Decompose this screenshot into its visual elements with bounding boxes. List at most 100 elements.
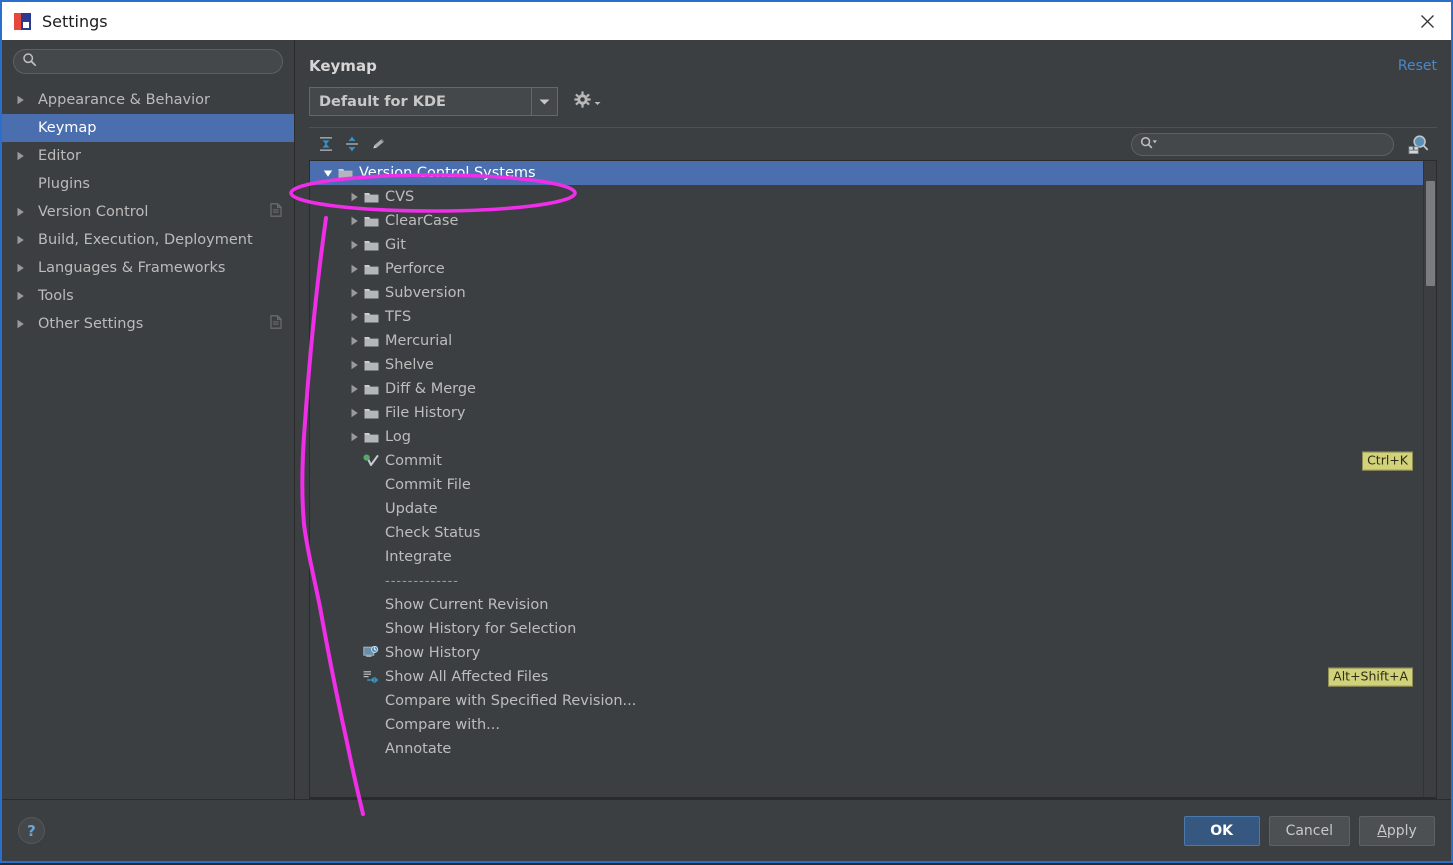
tree-row[interactable]: CVS — [310, 185, 1423, 209]
sidebar-search-box[interactable] — [13, 49, 283, 74]
tree-row[interactable]: Show Current Revision — [310, 593, 1423, 617]
collapse-all-icon[interactable] — [313, 131, 339, 157]
chevron-right-icon[interactable] — [346, 360, 362, 370]
tree-row-label: ClearCase — [385, 213, 459, 229]
search-icon — [22, 52, 37, 71]
sidebar-item-languages-frameworks[interactable]: Languages & Frameworks — [2, 254, 294, 282]
folder-icon — [362, 359, 380, 372]
tree-row[interactable]: ------------- — [310, 569, 1423, 593]
chevron-down-icon[interactable] — [320, 169, 336, 178]
sidebar-item-build-execution-deployment[interactable]: Build, Execution, Deployment — [2, 226, 294, 254]
folder-icon — [362, 311, 380, 324]
tree-row[interactable]: Check Status — [310, 521, 1423, 545]
shortcut-search-box[interactable] — [1131, 132, 1394, 156]
tree-row[interactable]: ClearCase — [310, 209, 1423, 233]
find-by-shortcut-icon[interactable] — [1405, 131, 1431, 157]
chevron-right-icon[interactable] — [346, 384, 362, 394]
tree-row[interactable]: Subversion — [310, 281, 1423, 305]
shortcut-search-input[interactable] — [1164, 135, 1385, 153]
sidebar-item-label: Version Control — [38, 204, 149, 220]
chevron-right-icon[interactable] — [346, 240, 362, 250]
sidebar-item-label: Keymap — [38, 120, 97, 136]
tree-row-label: Compare with... — [385, 717, 500, 733]
sidebar-item-appearance-behavior[interactable]: Appearance & Behavior — [2, 86, 294, 114]
sidebar-item-other-settings[interactable]: Other Settings — [2, 310, 294, 338]
apply-button[interactable]: Apply — [1359, 815, 1435, 846]
tree-row-label: Subversion — [385, 285, 466, 301]
chevron-right-icon[interactable] — [346, 264, 362, 274]
sidebar-item-editor[interactable]: Editor — [2, 142, 294, 170]
keymap-tree-scroll-area: Version Control Systems CVS ClearCase Git Pe… — [309, 160, 1437, 798]
tree-row[interactable]: Update — [310, 497, 1423, 521]
tree-row[interactable]: Annotate — [310, 737, 1423, 761]
project-scope-icon — [270, 203, 282, 221]
keymap-combobox[interactable]: Default for KDE — [309, 87, 558, 116]
tree-row[interactable]: Commit File — [310, 473, 1423, 497]
chevron-down-icon[interactable] — [531, 88, 557, 115]
tree-row[interactable]: Compare with Specified Revision... — [310, 689, 1423, 713]
sidebar-item-plugins[interactable]: Plugins — [2, 170, 294, 198]
tree-row-label: Log — [385, 429, 411, 445]
tree-row[interactable]: Diff & Merge — [310, 377, 1423, 401]
chevron-right-icon[interactable] — [16, 319, 30, 329]
close-icon[interactable] — [1403, 2, 1451, 40]
shortcut-badge: Alt+Shift+A — [1328, 667, 1413, 687]
tree-row[interactable]: Integrate — [310, 545, 1423, 569]
tree-row[interactable]: Version Control Systems — [310, 161, 1423, 185]
tree-row[interactable]: Show All Affected Files Alt+Shift+A — [310, 665, 1423, 689]
sidebar-item-tools[interactable]: Tools — [2, 282, 294, 310]
tree-row[interactable]: File History — [310, 401, 1423, 425]
chevron-right-icon[interactable] — [16, 291, 30, 301]
cancel-button[interactable]: Cancel — [1268, 815, 1350, 846]
sidebar-item-version-control[interactable]: Version Control — [2, 198, 294, 226]
settings-dialog: Settings Appearance & Behavior Keymap Ed… — [0, 0, 1453, 863]
chevron-right-icon[interactable] — [346, 336, 362, 346]
help-button[interactable]: ? — [18, 817, 45, 844]
sidebar-item-label: Languages & Frameworks — [38, 260, 226, 276]
chevron-right-icon[interactable] — [16, 151, 30, 161]
chevron-right-icon[interactable] — [346, 408, 362, 418]
chevron-right-icon[interactable] — [346, 192, 362, 202]
tree-row[interactable]: Mercurial — [310, 329, 1423, 353]
chevron-right-icon[interactable] — [16, 235, 30, 245]
chevron-right-icon[interactable] — [346, 216, 362, 226]
search-input[interactable] — [43, 53, 274, 70]
chevron-right-icon[interactable] — [346, 432, 362, 442]
tree-row[interactable]: Perforce — [310, 257, 1423, 281]
tree-separator: ------------- — [385, 573, 459, 589]
tree-scrollbar-thumb[interactable] — [1426, 181, 1435, 286]
reset-link[interactable]: Reset — [1398, 58, 1437, 74]
folder-icon — [362, 335, 380, 348]
chevron-right-icon[interactable] — [16, 95, 30, 105]
tree-row[interactable]: TFS — [310, 305, 1423, 329]
ok-button[interactable]: OK — [1183, 815, 1260, 846]
tree-row[interactable]: Shelve — [310, 353, 1423, 377]
dialog-body: Appearance & Behavior Keymap Editor Plugins… — [2, 40, 1451, 799]
sidebar-item-keymap[interactable]: Keymap — [2, 114, 294, 142]
keymap-settings-button[interactable] — [574, 91, 601, 112]
intellij-icon — [14, 12, 31, 30]
tree-row[interactable]: Commit Ctrl+K — [310, 449, 1423, 473]
tree-toolbar — [309, 128, 1437, 160]
chevron-right-icon[interactable] — [16, 207, 30, 217]
tree-row[interactable]: Log — [310, 425, 1423, 449]
tree-row-label: Compare with Specified Revision... — [385, 693, 637, 709]
tree-scrollbar[interactable] — [1423, 161, 1436, 797]
window-title: Settings — [42, 11, 108, 31]
title-bar: Settings — [2, 2, 1451, 40]
tree-row[interactable]: Git — [310, 233, 1423, 257]
pencil-edit-icon[interactable] — [365, 131, 391, 157]
tree-row[interactable]: Show History — [310, 641, 1423, 665]
expand-all-icon[interactable] — [339, 131, 365, 157]
tree-row-label: Check Status — [385, 525, 481, 541]
chevron-right-icon[interactable] — [346, 288, 362, 298]
folder-icon — [362, 383, 380, 396]
tree-row[interactable]: Compare with... — [310, 713, 1423, 737]
chevron-right-icon[interactable] — [16, 263, 30, 273]
tree-row[interactable]: Show History for Selection — [310, 617, 1423, 641]
chevron-right-icon[interactable] — [346, 312, 362, 322]
sidebar-item-label: Build, Execution, Deployment — [38, 232, 253, 248]
tree-row-label: Show History — [385, 645, 481, 661]
tree-row-label: File History — [385, 405, 466, 421]
tree-row-label: Git — [385, 237, 406, 253]
